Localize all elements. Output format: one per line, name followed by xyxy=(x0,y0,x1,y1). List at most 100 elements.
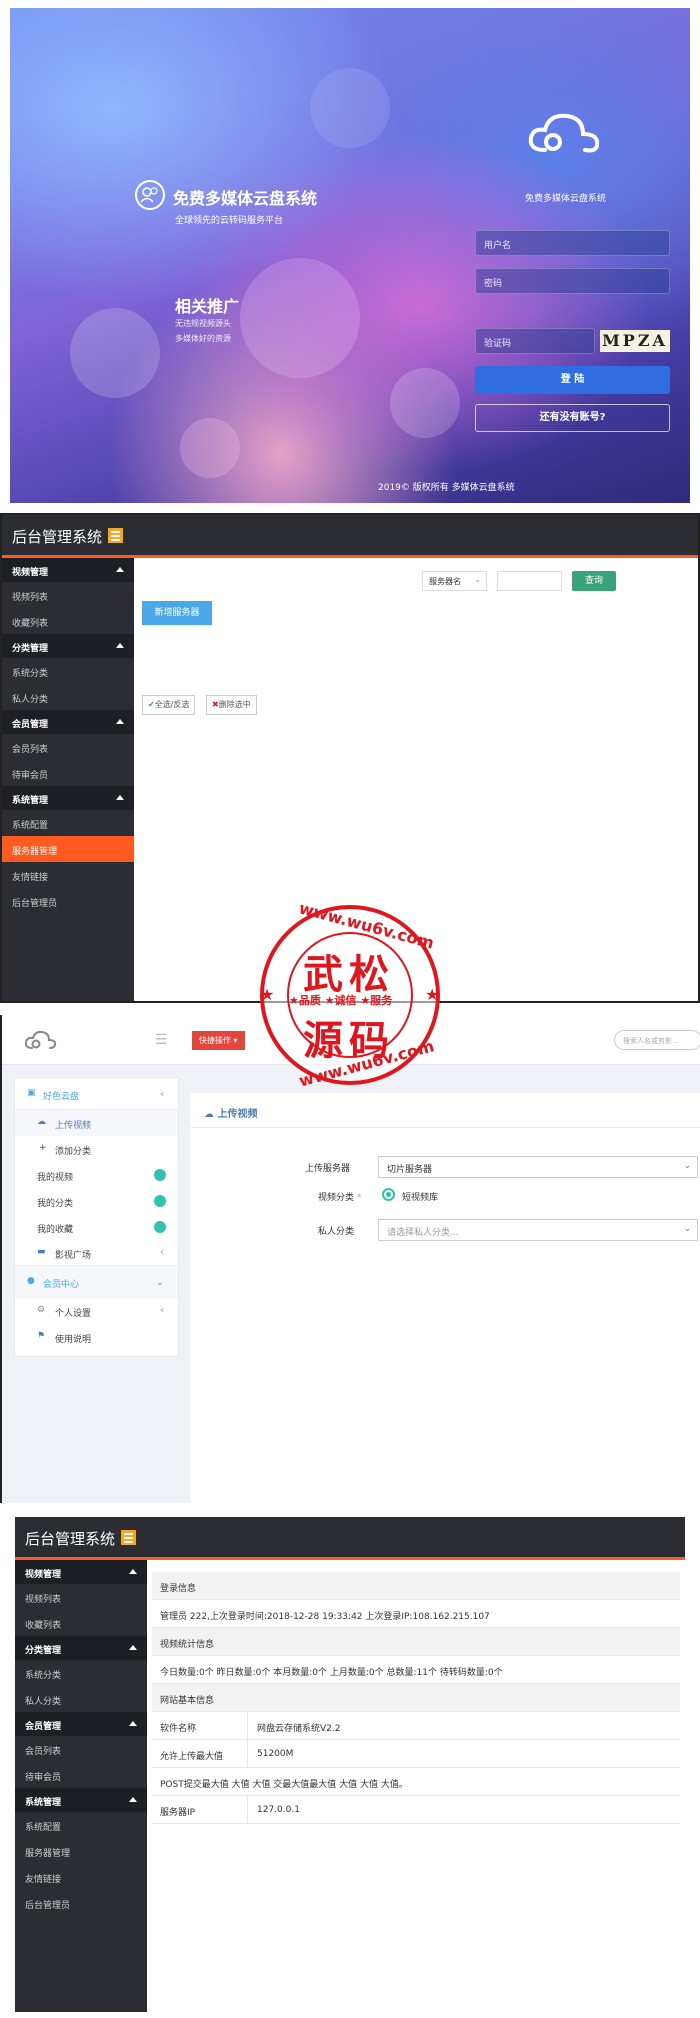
captcha-image[interactable]: MPZA xyxy=(600,330,670,352)
user-sidebar: ▣ 好色云盘 ‹ ☁ 上传视频 + 添加分类 我的视频 我的分类 我的收藏 ▬ 影视广场… xyxy=(14,1077,179,1357)
server-name-select[interactable]: 服务器名 ⌄ xyxy=(422,571,487,591)
hamburger-icon[interactable]: ☰ xyxy=(155,1032,168,1048)
sidebar-group[interactable]: 视频管理 xyxy=(15,1560,147,1584)
quick-actions-button[interactable]: 快捷操作 ▾ xyxy=(192,1031,245,1050)
label-private-category: 私人分类 xyxy=(318,1227,355,1237)
add-server-button[interactable]: 新增服务器 xyxy=(142,601,212,625)
nav-item-upload[interactable]: ☁ 上传视频 xyxy=(15,1110,178,1136)
site-slogan: 全球领先的云转码服务平台 xyxy=(175,216,284,226)
panel-title: 免费多媒体云盘系统 xyxy=(525,194,607,204)
nav-item-settings[interactable]: ⚙ 个人设置 ‹ xyxy=(15,1298,178,1324)
select-all-button[interactable]: ✔全选/反选 xyxy=(142,695,196,715)
site-name: 免费多媒体云盘系统 xyxy=(173,189,318,208)
chevron-left-icon: ‹ xyxy=(160,1089,164,1100)
sidebar-item-active[interactable]: 服务器管理 xyxy=(2,836,134,862)
admin-sidebar: 视频管理 视频列表 收藏列表 分类管理 系统分类 私人分类 会员管理 会员列表 … xyxy=(15,1560,147,2012)
sidebar-group[interactable]: 会员管理 xyxy=(15,1712,147,1736)
svg-text:★: ★ xyxy=(425,985,439,1004)
sidebar-item[interactable]: 系统分类 xyxy=(15,1660,147,1686)
category-radio-label: 短视频库 xyxy=(402,1193,439,1203)
cloud-logo-icon xyxy=(525,108,605,161)
search-button[interactable]: 查询 xyxy=(572,571,616,591)
user-search-input[interactable]: 搜索人名或剪影... xyxy=(614,1030,700,1050)
sidebar-item[interactable]: 后台管理员 xyxy=(15,1890,147,1916)
admin-topbar: 后台管理系统 xyxy=(15,1517,685,1557)
sidebar-item[interactable]: 服务器管理 xyxy=(15,1838,147,1864)
category-radio[interactable] xyxy=(382,1188,395,1201)
user-icon: ● xyxy=(27,1276,35,1286)
nav-group-cloud[interactable]: ▣ 好色云盘 ‹ xyxy=(15,1078,178,1110)
upload-server-select[interactable]: 切片服务器 ⌄ xyxy=(378,1156,698,1178)
admin-brand: 后台管理系统 xyxy=(12,528,103,546)
section-video-stats: 视频统计信息 xyxy=(152,1628,680,1656)
nav-item-video-square[interactable]: ▬ 影视广场 ‹ xyxy=(15,1240,178,1266)
sidebar-item[interactable]: 视频列表 xyxy=(2,582,134,608)
nav-group-member[interactable]: ● 会员中心 ⌄ xyxy=(15,1266,178,1298)
sidebar-group[interactable]: 会员管理 xyxy=(2,710,134,734)
sidebar-item[interactable]: 视频列表 xyxy=(15,1584,147,1610)
chevron-down-icon: ⌄ xyxy=(474,575,481,584)
count-badge xyxy=(154,1169,166,1181)
search-input[interactable] xyxy=(497,571,562,591)
delete-selected-button[interactable]: ✖删除选中 xyxy=(206,695,257,715)
sidebar-group[interactable]: 视频管理 xyxy=(2,558,134,582)
sidebar-item[interactable]: 收藏列表 xyxy=(2,608,134,634)
nav-item-my-videos[interactable]: 我的视频 xyxy=(15,1162,178,1188)
table-row: 服务器IP 127.0.0.1 xyxy=(152,1796,680,1824)
username-input[interactable]: 用户名 xyxy=(475,230,670,256)
sidebar-item[interactable]: 系统分类 xyxy=(2,658,134,684)
table-row: 允许上传最大值 51200M xyxy=(152,1740,680,1768)
login-info-row: 管理员 222,上次登录时间:2018-12-28 19:33:42 上次登录I… xyxy=(152,1600,680,1628)
nav-item-help[interactable]: ⚑ 使用说明 xyxy=(15,1324,178,1350)
label-video-category: 视频分类 * xyxy=(318,1193,362,1203)
nav-item-my-favorites[interactable]: 我的收藏 xyxy=(15,1214,178,1240)
sidebar-item[interactable]: 系统配置 xyxy=(2,810,134,836)
sidebar-item[interactable]: 私人分类 xyxy=(2,684,134,710)
sidebar-item[interactable]: 会员列表 xyxy=(15,1736,147,1762)
sidebar-item[interactable]: 待审会员 xyxy=(15,1762,147,1788)
login-button[interactable]: 登 陆 xyxy=(475,366,670,394)
copyright-footer: 2019© 版权所有 多媒体云盘系统 xyxy=(378,483,515,493)
menu-icon[interactable] xyxy=(108,528,123,543)
sidebar-item[interactable]: 友情链接 xyxy=(15,1864,147,1890)
sidebar-item[interactable]: 友情链接 xyxy=(2,862,134,888)
page-title: ☁ 上传视频 xyxy=(204,1109,258,1120)
gear-icon: ⚙ xyxy=(37,1305,46,1315)
chevron-down-icon: ⌄ xyxy=(155,1277,164,1288)
chevron-down-icon: ⌄ xyxy=(683,1161,691,1171)
count-badge xyxy=(154,1221,166,1233)
promo-line: 无违规视频源头 xyxy=(175,319,231,328)
sidebar-group[interactable]: 分类管理 xyxy=(15,1636,147,1660)
cloud-upload-icon: ☁ xyxy=(204,1109,214,1120)
check-icon: ✔ xyxy=(148,700,155,709)
sidebar-group[interactable]: 系统管理 xyxy=(15,1788,147,1812)
sidebar-item[interactable]: 会员列表 xyxy=(2,734,134,760)
login-screen: 免费多媒体云盘系统 全球领先的云转码服务平台 相关推广 无违规视频源头 多媒体好… xyxy=(10,8,690,503)
sidebar-item[interactable]: 系统配置 xyxy=(15,1812,147,1838)
post-limit-row: POST提交最大值 大值 大值 交最大值最大值 大值 大值 大值。 xyxy=(152,1768,680,1796)
upload-content-panel: ☁ 上传视频 上传服务器 切片服务器 ⌄ 视频分类 * 短视频库 私人分类 请选择… xyxy=(190,1093,700,1503)
plus-icon: + xyxy=(39,1143,47,1153)
folder-icon: ▬ xyxy=(37,1247,46,1257)
captcha-input[interactable]: 验证码 xyxy=(475,328,595,354)
nav-item-add-category[interactable]: + 添加分类 xyxy=(15,1136,178,1162)
nav-item-my-categories[interactable]: 我的分类 xyxy=(15,1188,178,1214)
sidebar-item[interactable]: 收藏列表 xyxy=(15,1610,147,1636)
sidebar-item[interactable]: 后台管理员 xyxy=(2,888,134,914)
register-button[interactable]: 还有没有账号? xyxy=(475,404,670,432)
close-icon: ✖ xyxy=(212,700,219,709)
sidebar-group[interactable]: 系统管理 xyxy=(2,786,134,810)
table-row: 软件名称 网盘云存储系统V2.2 xyxy=(152,1712,680,1740)
cloud-upload-icon: ☁ xyxy=(37,1117,46,1127)
promo-line: 多媒体好的资源 xyxy=(175,334,231,343)
private-category-select[interactable]: 请选择私人分类... ⌄ xyxy=(378,1219,698,1241)
password-input[interactable]: 密码 xyxy=(475,268,670,294)
menu-icon[interactable] xyxy=(121,1530,136,1545)
user-circle-icon xyxy=(135,180,165,210)
sidebar-item[interactable]: 待审会员 xyxy=(2,760,134,786)
sidebar-item[interactable]: 私人分类 xyxy=(15,1686,147,1712)
label-upload-server: 上传服务器 xyxy=(305,1164,351,1174)
admin-brand: 后台管理系统 xyxy=(25,1530,116,1548)
sidebar-group[interactable]: 分类管理 xyxy=(2,634,134,658)
cloud-logo-icon xyxy=(24,1029,58,1054)
